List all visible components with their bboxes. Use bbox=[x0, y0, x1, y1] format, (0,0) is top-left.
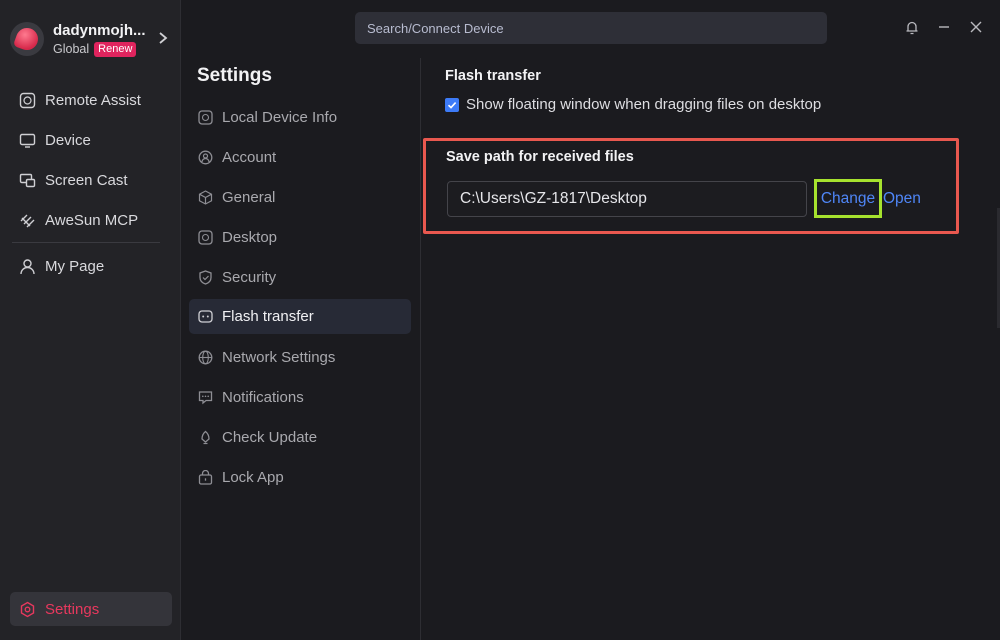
settings-item-label: Security bbox=[222, 269, 277, 286]
globe-icon bbox=[197, 350, 213, 366]
nav-label: Screen Cast bbox=[45, 171, 128, 189]
remote-assist-icon bbox=[18, 91, 36, 109]
desktop-icon bbox=[197, 230, 213, 246]
floating-window-checkbox-row[interactable]: Show floating window when dragging files… bbox=[445, 96, 821, 113]
nav-item-awesun-mcp[interactable]: AweSun MCP bbox=[10, 203, 172, 237]
settings-item-local-device-info[interactable]: Local Device Info bbox=[189, 100, 411, 135]
settings-item-label: Account bbox=[222, 149, 277, 166]
screen-cast-icon bbox=[18, 171, 36, 189]
settings-item-lock-app[interactable]: Lock App bbox=[189, 460, 411, 495]
nav-item-my-page[interactable]: My Page bbox=[10, 249, 172, 283]
mcp-icon bbox=[18, 211, 36, 229]
chevron-right-icon bbox=[159, 32, 168, 44]
monitor-icon bbox=[18, 131, 36, 149]
user-icon bbox=[18, 257, 36, 275]
section-title: Flash transfer bbox=[445, 68, 541, 84]
settings-item-network-settings[interactable]: Network Settings bbox=[189, 340, 411, 375]
message-icon bbox=[197, 390, 213, 406]
settings-item-general[interactable]: General bbox=[189, 180, 411, 215]
close-icon[interactable] bbox=[967, 18, 985, 36]
settings-item-check-update[interactable]: Check Update bbox=[189, 420, 411, 455]
flash-transfer-panel: Flash transfer Show floating window when… bbox=[421, 58, 1000, 640]
settings-item-label: Local Device Info bbox=[222, 109, 338, 126]
lock-icon bbox=[197, 470, 213, 486]
settings-item-account[interactable]: Account bbox=[189, 140, 411, 175]
settings-item-label: Flash transfer bbox=[222, 308, 314, 325]
settings-hexagon-icon bbox=[18, 600, 36, 618]
renew-badge[interactable]: Renew bbox=[94, 41, 137, 57]
settings-item-notifications[interactable]: Notifications bbox=[189, 380, 411, 415]
settings-item-security[interactable]: Security bbox=[189, 260, 411, 295]
settings-item-label: Desktop bbox=[222, 229, 278, 246]
settings-item-label: Lock App bbox=[222, 469, 284, 486]
nav-item-settings[interactable]: Settings bbox=[10, 592, 172, 626]
settings-item-label: Network Settings bbox=[222, 349, 336, 366]
nav-item-device[interactable]: Device bbox=[10, 123, 172, 157]
checkbox-label: Show floating window when dragging files… bbox=[466, 96, 822, 113]
nav-label-settings: Settings bbox=[45, 600, 100, 618]
nav-label: AweSun MCP bbox=[45, 211, 139, 229]
settings-item-flash-transfer[interactable]: Flash transfer bbox=[189, 299, 411, 334]
open-button[interactable]: Open bbox=[883, 181, 921, 217]
region-label: Global bbox=[53, 42, 90, 56]
settings-item-label: Check Update bbox=[222, 429, 318, 446]
nav-label: Remote Assist bbox=[45, 91, 141, 109]
settings-item-desktop[interactable]: Desktop bbox=[189, 220, 411, 255]
save-path-title: Save path for received files bbox=[446, 149, 634, 165]
change-button[interactable]: Change bbox=[814, 179, 882, 218]
username: dadynmojh... bbox=[53, 21, 146, 39]
cube-icon bbox=[197, 190, 213, 206]
nav-label: My Page bbox=[45, 257, 105, 275]
update-icon bbox=[197, 430, 213, 446]
shield-icon bbox=[197, 270, 213, 286]
profile-card[interactable]: dadynmojh... Global Renew bbox=[10, 18, 172, 60]
minimize-icon[interactable] bbox=[935, 18, 953, 36]
settings-item-label: General bbox=[222, 189, 276, 206]
search-placeholder: Search/Connect Device bbox=[367, 20, 504, 36]
nav-item-screen-cast[interactable]: Screen Cast bbox=[10, 163, 172, 197]
account-icon bbox=[197, 150, 213, 166]
settings-item-label: Notifications bbox=[222, 389, 304, 406]
search-connect-input[interactable]: Search/Connect Device bbox=[355, 12, 827, 44]
save-path-section: Save path for received files Change Open bbox=[423, 138, 959, 234]
left-nav: dadynmojh... Global Renew Remote Assist … bbox=[0, 0, 181, 640]
nav-item-remote-assist[interactable]: Remote Assist bbox=[10, 83, 172, 117]
device-info-icon bbox=[197, 110, 213, 126]
bell-icon[interactable] bbox=[903, 18, 921, 36]
nav-label: Device bbox=[45, 131, 91, 149]
save-path-field[interactable] bbox=[447, 181, 807, 217]
nav-divider bbox=[12, 242, 160, 243]
checkbox-checked-icon[interactable] bbox=[445, 97, 459, 112]
settings-submenu: Settings Local Device Info Account Gener… bbox=[181, 58, 421, 640]
flash-transfer-icon bbox=[197, 309, 213, 325]
avatar bbox=[10, 22, 44, 56]
settings-title: Settings bbox=[197, 65, 272, 86]
